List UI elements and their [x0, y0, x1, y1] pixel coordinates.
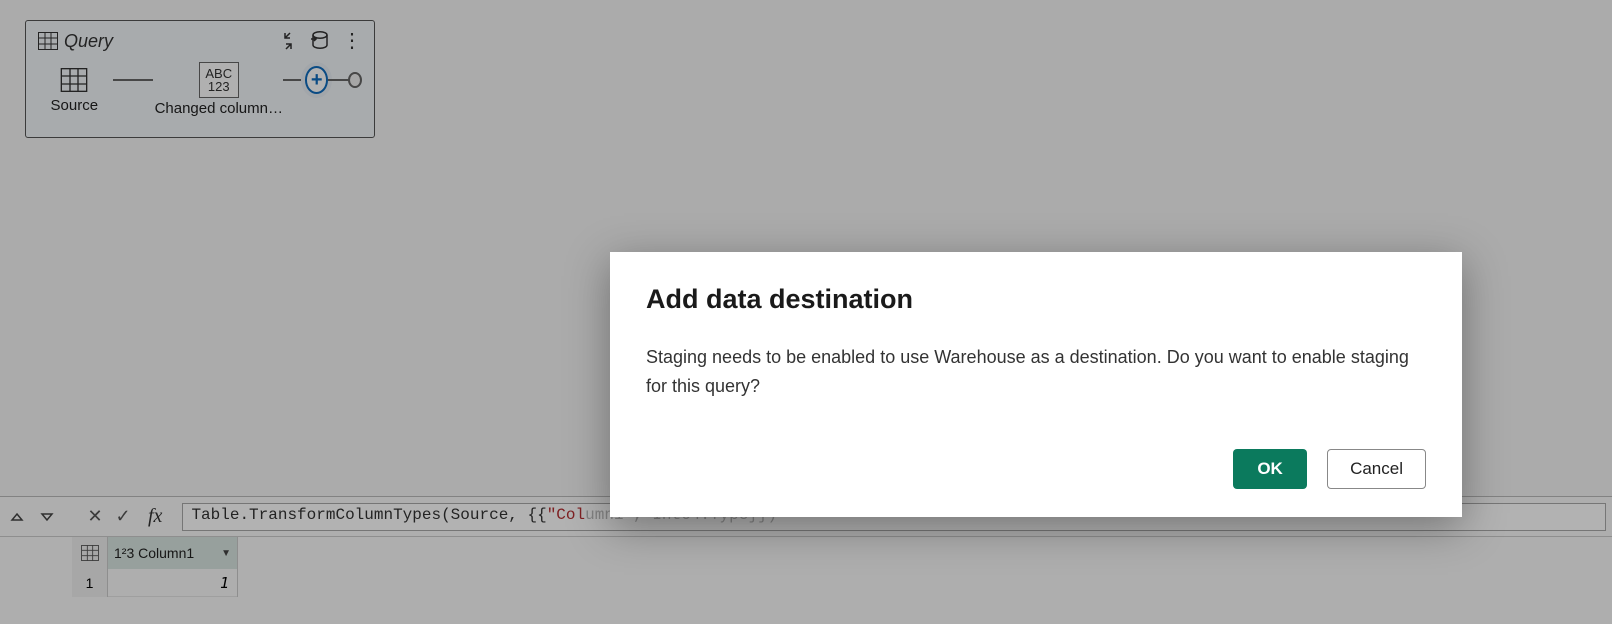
- add-data-destination-dialog: Add data destination Staging needs to be…: [610, 252, 1462, 517]
- dialog-body: Staging needs to be enabled to use Wareh…: [646, 343, 1426, 433]
- dialog-title: Add data destination: [646, 284, 1426, 315]
- dialog-button-row: OK Cancel: [646, 449, 1426, 489]
- cancel-button[interactable]: Cancel: [1327, 449, 1426, 489]
- ok-button[interactable]: OK: [1233, 449, 1307, 489]
